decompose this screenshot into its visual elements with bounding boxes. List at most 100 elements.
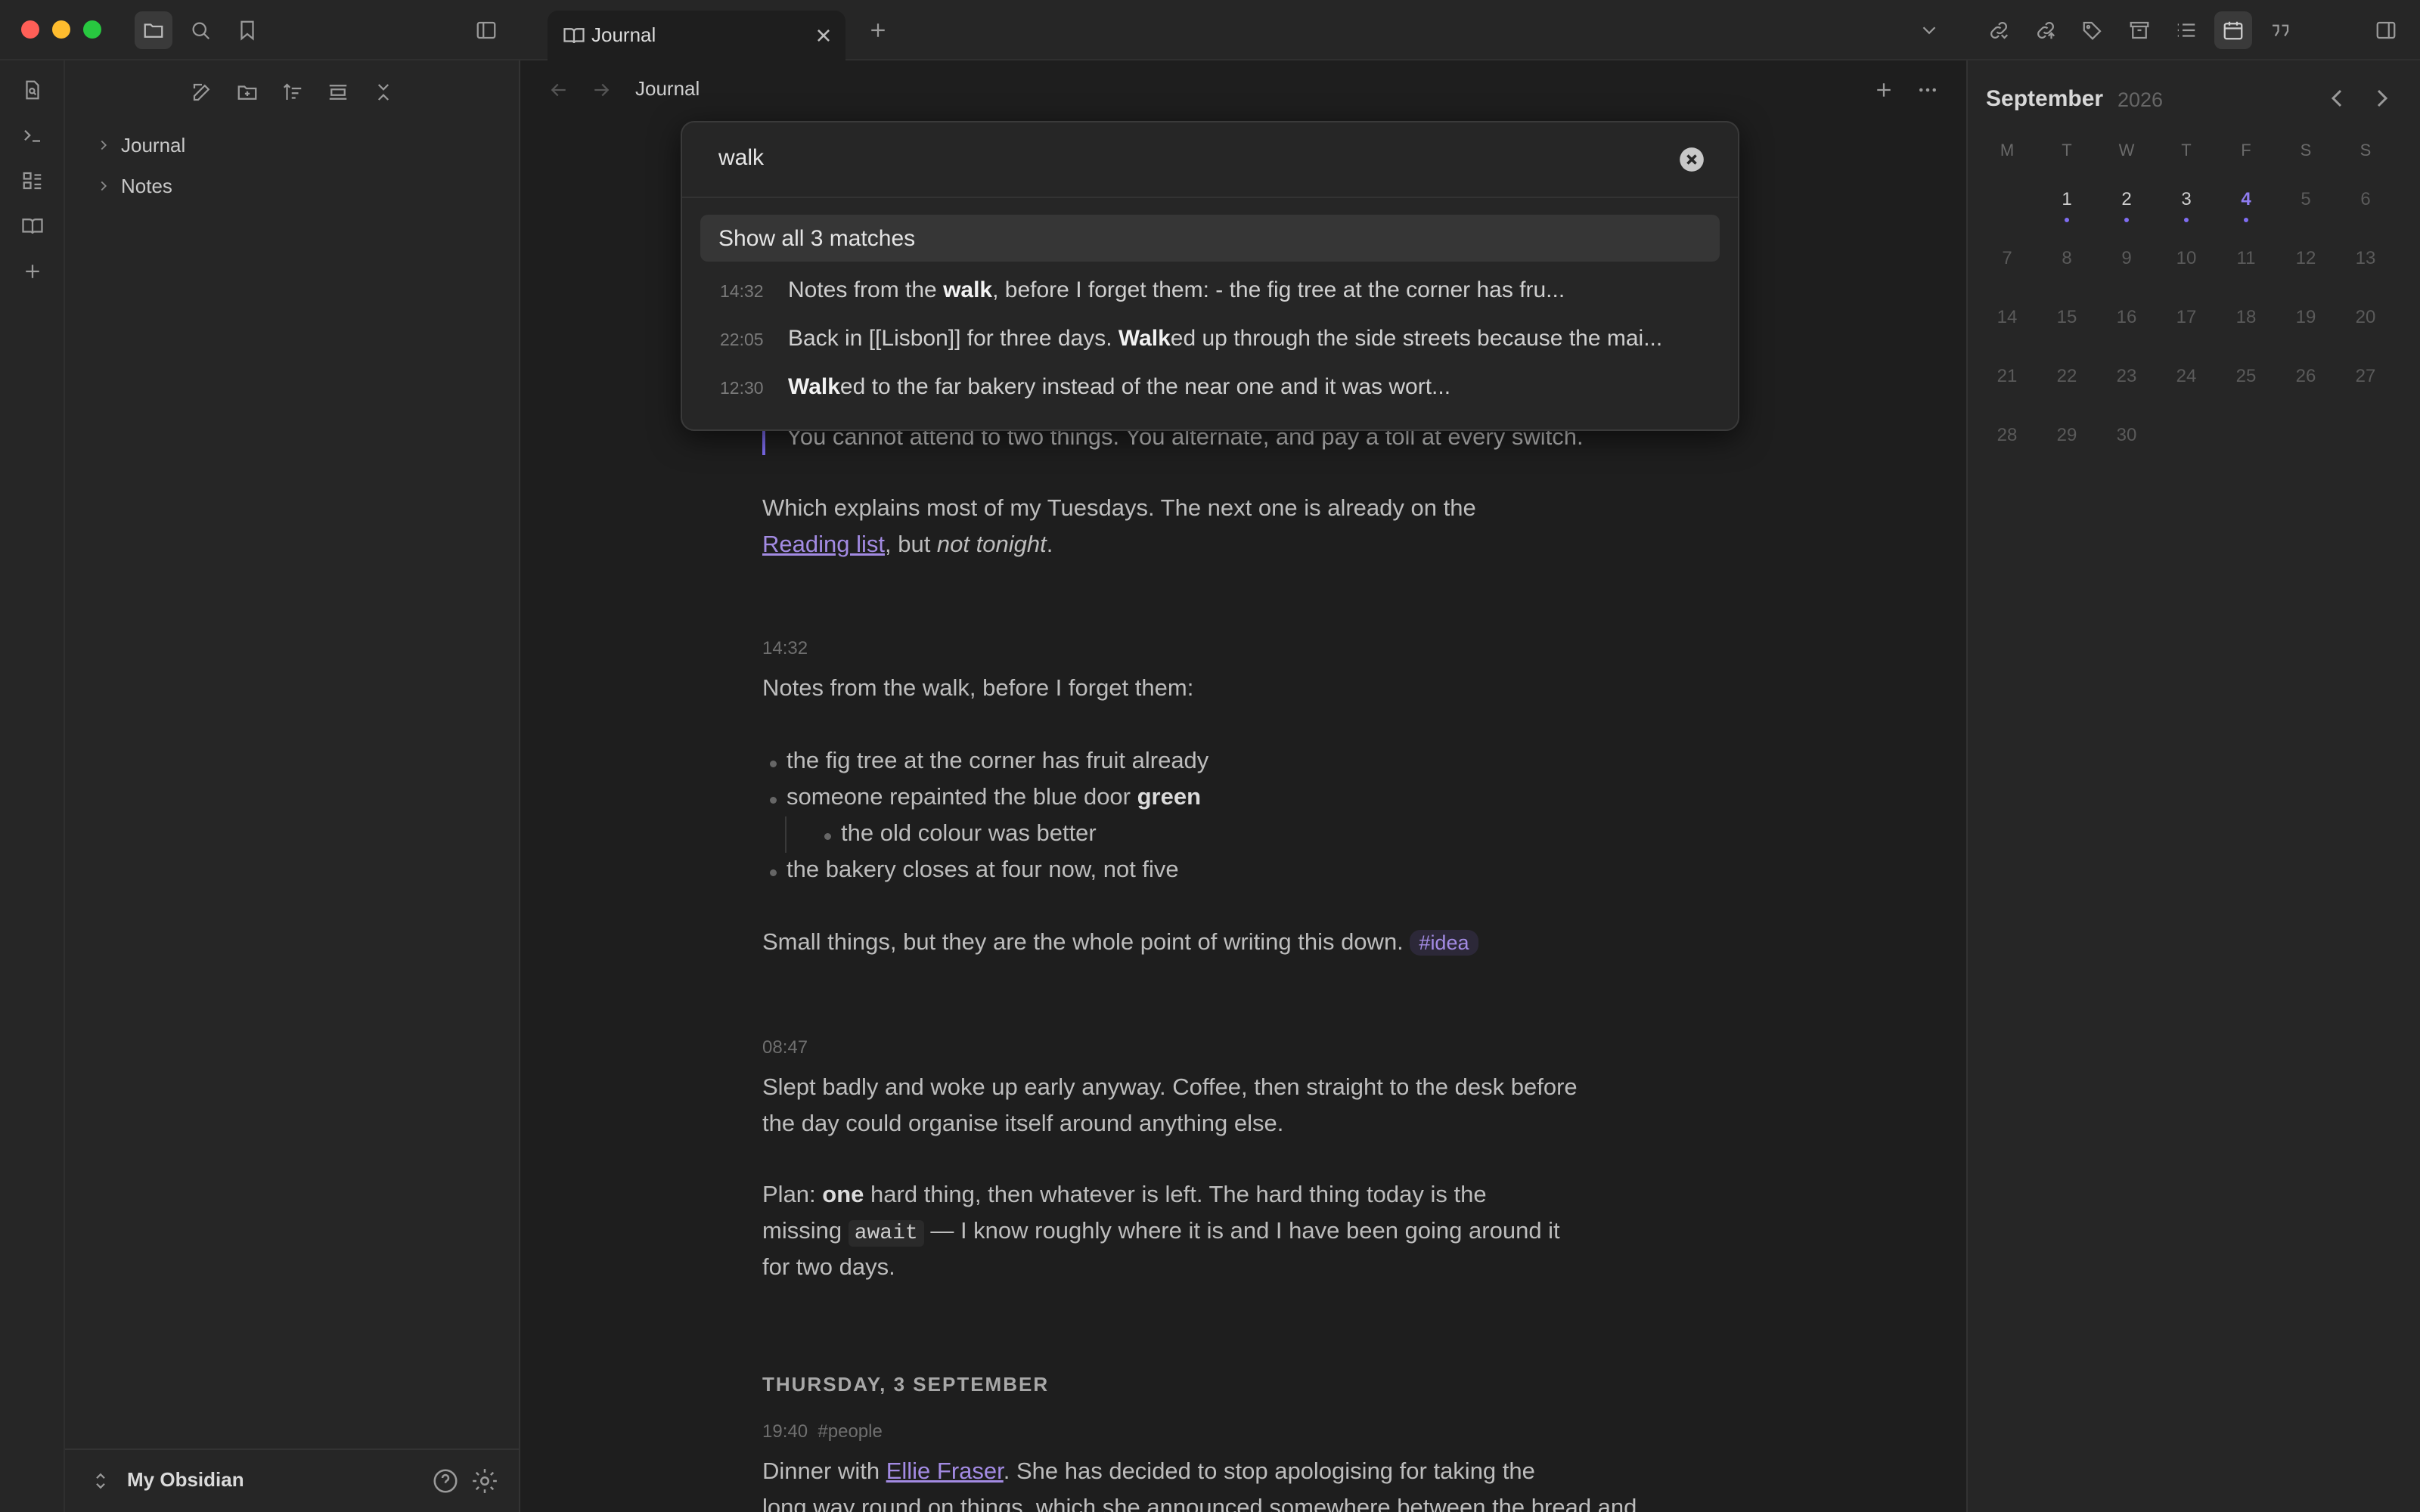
calendar-day[interactable]: 2 xyxy=(2104,189,2149,210)
close-window-button[interactable] xyxy=(21,20,39,39)
paragraph: for two days. xyxy=(762,1253,895,1280)
calendar-day[interactable]: 7 xyxy=(1984,248,2030,269)
more-options-button[interactable] xyxy=(1909,71,1947,109)
calendar-day[interactable]: 6 xyxy=(2343,189,2388,210)
minimize-window-button[interactable] xyxy=(52,20,70,39)
calendar-day[interactable]: 1 xyxy=(2044,189,2090,210)
list-icon xyxy=(2177,23,2195,37)
archive-button[interactable] xyxy=(2121,11,2158,49)
tag-idea[interactable]: #idea xyxy=(1410,930,1478,956)
calendar-day[interactable]: 8 xyxy=(2044,248,2090,269)
search-input[interactable]: walk xyxy=(718,145,764,171)
close-tab-icon[interactable] xyxy=(811,23,836,48)
canvas-button[interactable] xyxy=(14,162,51,200)
calendar-day[interactable]: 3 xyxy=(2164,189,2209,210)
new-note-button[interactable] xyxy=(183,73,221,111)
auto-reveal-button[interactable] xyxy=(319,73,357,111)
clear-search-icon[interactable] xyxy=(1677,145,1706,174)
back-button[interactable] xyxy=(540,71,578,109)
bookmarks-tab-button[interactable] xyxy=(228,11,266,49)
calendar-day[interactable]: 27 xyxy=(2343,366,2388,387)
command-palette-button[interactable] xyxy=(14,116,51,154)
book-open-icon xyxy=(22,218,43,234)
inline-code: await xyxy=(848,1220,924,1247)
calendar-day[interactable]: 9 xyxy=(2104,248,2149,269)
calendar-day[interactable]: 16 xyxy=(2104,307,2149,328)
tab-journal[interactable]: Journal xyxy=(548,11,845,60)
zoom-window-button[interactable] xyxy=(83,20,101,39)
calendar-day[interactable]: 25 xyxy=(2223,366,2269,387)
search-result[interactable]: 12:30 Walked to the far bakery instead o… xyxy=(700,363,1720,410)
calendar-day[interactable]: 21 xyxy=(1984,366,2030,387)
quote-icon xyxy=(2273,24,2289,37)
calendar-day[interactable]: 23 xyxy=(2104,366,2149,387)
folder-notes[interactable]: Notes xyxy=(95,168,172,204)
calendar-day[interactable]: 30 xyxy=(2104,425,2149,446)
calendar-day[interactable]: 5 xyxy=(2283,189,2328,210)
reading-view-button[interactable] xyxy=(14,207,51,245)
tab-list-button[interactable] xyxy=(1910,11,1948,49)
calendar-day[interactable]: 20 xyxy=(2343,307,2388,328)
calendar-day[interactable]: 17 xyxy=(2164,307,2209,328)
calendar-day[interactable]: 26 xyxy=(2283,366,2328,387)
file-explorer: Journal Notes My Obsidian xyxy=(65,60,520,1512)
gear-icon[interactable] xyxy=(470,1467,499,1495)
calendar-day[interactable]: 15 xyxy=(2044,307,2090,328)
search-result[interactable]: 14:32 Notes from the walk, before I forg… xyxy=(700,266,1720,313)
calendar-weekday-label: S xyxy=(2300,141,2312,160)
calendar-day[interactable]: 10 xyxy=(2164,248,2209,269)
backlinks-button[interactable] xyxy=(1980,11,2018,49)
add-ribbon-button[interactable] xyxy=(14,253,51,290)
chevron-left-icon[interactable] xyxy=(2322,83,2352,113)
calendar-day[interactable]: 11 xyxy=(2223,248,2269,269)
internal-link-reading-list[interactable]: Reading list xyxy=(762,531,885,557)
sort-icon xyxy=(283,83,302,100)
open-file-button[interactable] xyxy=(14,71,51,109)
tags-button[interactable] xyxy=(2074,11,2111,49)
search-tab-button[interactable] xyxy=(182,11,219,49)
forward-button[interactable] xyxy=(582,71,620,109)
show-all-label: Show all 3 matches xyxy=(718,226,916,251)
paragraph: Slept badly and woke up early anyway. Co… xyxy=(762,1074,1578,1100)
calendar-button[interactable] xyxy=(2214,11,2252,49)
new-tab-button[interactable] xyxy=(859,11,897,49)
arrow-left-icon xyxy=(551,83,566,97)
chevron-updown-icon[interactable] xyxy=(89,1470,112,1492)
calendar-weekday-label: T xyxy=(2062,141,2072,160)
files-tab-button[interactable] xyxy=(135,11,172,49)
calendar-day[interactable]: 24 xyxy=(2164,366,2209,387)
sort-button[interactable] xyxy=(274,73,312,111)
folder-journal[interactable]: Journal xyxy=(95,127,185,163)
outline-button[interactable] xyxy=(2167,11,2205,49)
vault-name[interactable]: My Obsidian xyxy=(127,1468,244,1492)
list-item: the bakery closes at four now, not five xyxy=(786,856,1179,882)
help-icon[interactable] xyxy=(431,1467,460,1495)
calendar-day[interactable]: 14 xyxy=(1984,307,2030,328)
chevron-right-icon[interactable] xyxy=(2367,83,2397,113)
internal-link-ellie-fraser[interactable]: Ellie Fraser xyxy=(886,1458,1004,1484)
toggle-left-sidebar-button[interactable] xyxy=(467,11,505,49)
paragraph: Plan: one hard thing, then whatever is l… xyxy=(762,1181,1487,1207)
calendar-day[interactable]: 12 xyxy=(2283,248,2328,269)
day-heading: THURSDAY, 3 SEPTEMBER xyxy=(762,1373,1050,1396)
calendar-year: 2026 xyxy=(2118,88,2164,111)
new-entry-button[interactable] xyxy=(1865,71,1903,109)
search-result[interactable]: 22:05 Back in [[Lisbon]] for three days.… xyxy=(700,314,1720,361)
calendar-day[interactable]: 4 xyxy=(2223,189,2269,210)
show-all-matches-button[interactable]: Show all 3 matches xyxy=(700,215,1720,262)
bullet-dot xyxy=(770,797,777,804)
calendar-day[interactable]: 18 xyxy=(2223,307,2269,328)
outgoing-links-button[interactable] xyxy=(2027,11,2065,49)
toggle-right-sidebar-button[interactable] xyxy=(2367,11,2405,49)
tag-people[interactable]: #people xyxy=(818,1421,882,1442)
entry-timestamp: 19:40 #people xyxy=(762,1421,883,1442)
calendar-day[interactable]: 29 xyxy=(2044,425,2090,446)
quotes-button[interactable] xyxy=(2261,11,2299,49)
calendar-day[interactable]: 13 xyxy=(2343,248,2388,269)
collapse-all-button[interactable] xyxy=(365,73,402,111)
calendar-day[interactable]: 28 xyxy=(1984,425,2030,446)
new-folder-button[interactable] xyxy=(228,73,266,111)
calendar-day[interactable]: 19 xyxy=(2283,307,2328,328)
calendar-day[interactable]: 22 xyxy=(2044,366,2090,387)
paragraph: Which explains most of my Tuesdays. The … xyxy=(762,494,1476,521)
